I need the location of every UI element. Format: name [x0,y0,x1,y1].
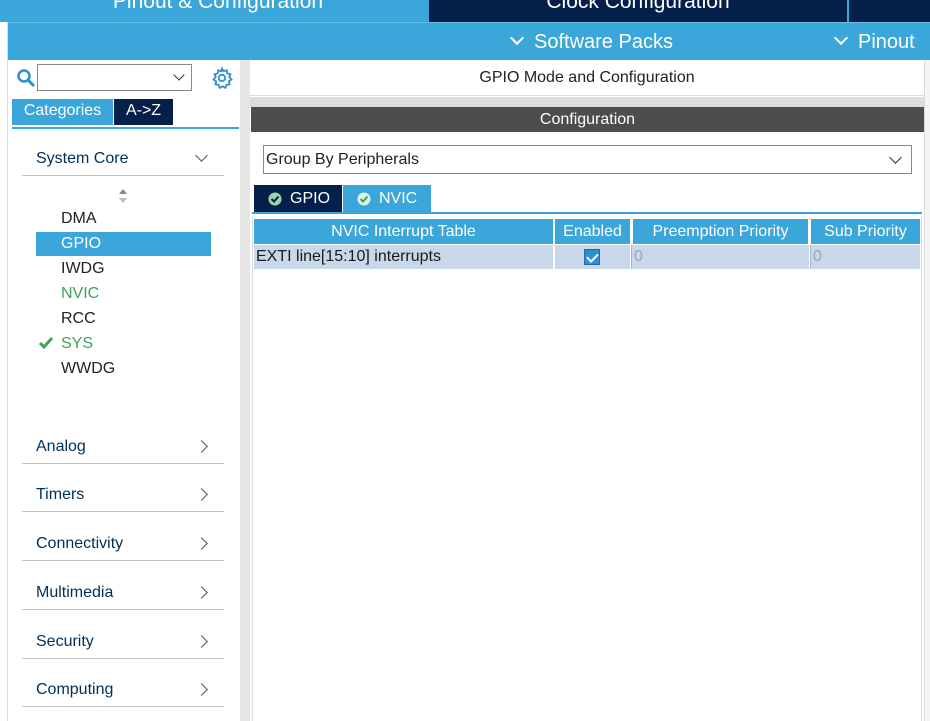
tab-clock-configuration-label: Clock Configuration [546,0,730,13]
check-icon [38,337,54,350]
group-computing-label: Computing [36,681,114,698]
gear-icon[interactable] [210,66,234,90]
tab-clock-configuration[interactable]: Clock Configuration [429,0,847,22]
section-separator[interactable] [250,97,924,107]
tab-gpio[interactable]: GPIO [254,185,342,212]
software-packs-menu[interactable]: Software Packs [509,23,673,61]
tab-nvic[interactable]: NVIC [343,185,431,212]
mode-config-title: GPIO Mode and Configuration [250,60,924,96]
group-computing[interactable]: Computing [22,673,224,707]
sort-icon[interactable] [117,187,129,205]
tab-categories[interactable]: Categories [12,99,113,125]
chevron-right-icon [195,440,208,453]
periph-item-label: SYS [61,335,94,352]
periph-item-nvic[interactable]: NVIC [36,282,211,306]
periph-item-label: IWDG [61,260,105,277]
periph-item-rcc[interactable]: RCC [36,307,211,331]
group-system-core[interactable]: System Core [22,142,224,176]
group-connectivity[interactable]: Connectivity [22,527,224,561]
group-analog[interactable]: Analog [22,430,224,464]
check-circle-icon [268,192,282,206]
column-header-enabled[interactable]: Enabled [555,219,630,244]
tab-gpio-label: GPIO [290,190,331,207]
chevron-right-icon [195,586,208,599]
configuration-panel: GPIO Mode and Configuration Configuratio… [250,60,930,721]
group-by-value: Group By Peripherals [266,151,419,168]
chevron-down-icon [509,30,525,46]
group-security-label: Security [36,633,94,650]
left-edge-strip [0,22,8,721]
enabled-cell[interactable] [555,245,630,269]
tab-underline [252,212,922,214]
periph-item-label: NVIC [61,285,100,302]
periph-item-label: GPIO [61,235,102,252]
group-connectivity-label: Connectivity [36,535,124,552]
scrollbar[interactable] [924,60,930,721]
group-by-select[interactable]: Group By Peripherals [263,145,912,174]
check-circle-icon [357,192,371,206]
search-input[interactable] [37,64,192,91]
configuration-header: Configuration [251,107,924,132]
group-multimedia[interactable]: Multimedia [22,576,224,610]
periph-item-sys[interactable]: SYS [36,332,211,356]
sub-menu-bar: Software Packs Pinout [8,22,930,60]
group-security[interactable]: Security [22,625,224,659]
column-header-sub-priority[interactable]: Sub Priority [811,219,920,244]
tab-pinout-configuration-label: Pinout & Configuration [112,0,324,13]
periph-item-gpio[interactable]: GPIO [36,232,211,256]
pinout-menu[interactable]: Pinout [833,23,915,61]
periph-item-wwdg[interactable]: WWDG [36,357,211,381]
tab-more[interactable] [849,0,930,22]
categories-panel: Categories A->Z System Core DMA GPIO IWD… [8,60,240,721]
column-header-preemption[interactable]: Preemption Priority [633,219,808,244]
periph-item-label: DMA [61,210,97,227]
software-packs-label: Software Packs [534,31,673,53]
periph-item-label: RCC [61,310,96,327]
tab-a-to-z[interactable]: A->Z [114,99,173,125]
chevron-right-icon [195,635,208,648]
periph-item-label: WWDG [61,360,116,377]
search-icon[interactable] [16,68,36,88]
group-analog-label: Analog [36,438,86,455]
periph-item-dma[interactable]: DMA [36,207,211,231]
chevron-right-icon [195,683,208,696]
sub-priority-cell[interactable]: 0 [810,245,920,269]
preemption-priority-cell[interactable]: 0 [631,245,809,269]
chevron-down-icon [889,151,902,164]
tab-pinout-configuration[interactable]: Pinout & Configuration [8,0,428,22]
periph-item-iwdg[interactable]: IWDG [36,257,211,281]
tab-nvic-label: NVIC [379,190,418,207]
tab-underline [12,127,239,129]
chevron-down-icon [195,149,208,162]
group-system-core-label: System Core [36,150,129,167]
nvic-table [252,216,922,721]
group-multimedia-label: Multimedia [36,584,114,601]
chevron-right-icon [195,537,208,550]
chevron-down-icon [833,30,849,46]
chevron-right-icon [195,488,208,501]
panel-splitter[interactable] [240,60,250,721]
enabled-checkbox[interactable] [584,249,600,265]
group-timers[interactable]: Timers [22,478,224,512]
group-timers-label: Timers [36,486,85,503]
pinout-label: Pinout [858,31,915,53]
table-row[interactable]: EXTI line[15:10] interrupts [254,245,553,269]
column-header-interrupt[interactable]: NVIC Interrupt Table [254,219,553,244]
